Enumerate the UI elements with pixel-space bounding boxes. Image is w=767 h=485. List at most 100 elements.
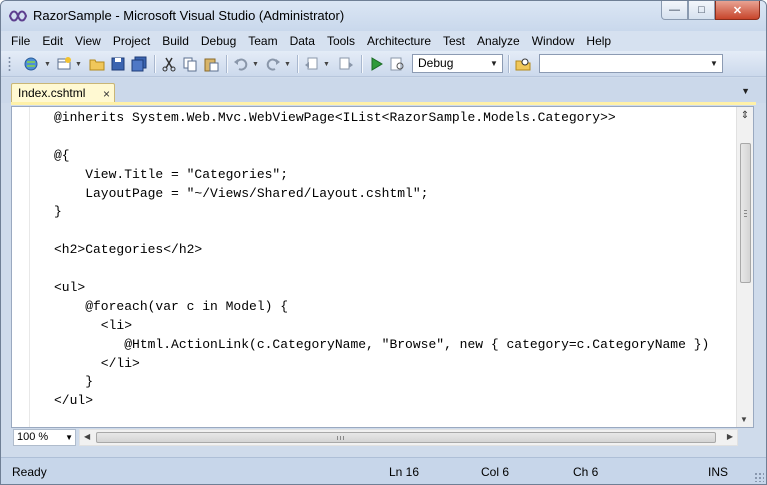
copy-icon[interactable]	[182, 56, 198, 72]
save-icon[interactable]	[110, 56, 126, 72]
code-line[interactable]	[54, 260, 709, 279]
zoom-level-value: 100 %	[17, 431, 49, 443]
menu-tools[interactable]: Tools	[321, 31, 361, 51]
status-line: Ln 16	[389, 465, 420, 479]
margin-divider	[29, 107, 30, 427]
chevron-down-icon[interactable]: ▼	[75, 61, 82, 68]
code-line[interactable]: @inherits System.Web.Mvc.WebViewPage<ILi…	[54, 109, 709, 128]
code-line[interactable]: View.Title = "Categories";	[54, 166, 709, 185]
status-bar: Ready Ln 16 Col 6 Ch 6 INS	[1, 457, 766, 484]
vs-window: RazorSample - Microsoft Visual Studio (A…	[0, 0, 767, 485]
code-line[interactable]: @foreach(var c in Model) {	[54, 298, 709, 317]
code-line[interactable]	[54, 222, 709, 241]
menu-team[interactable]: Team	[242, 31, 283, 51]
close-icon: ✕	[732, 4, 743, 17]
menu-data[interactable]: Data	[284, 31, 321, 51]
tab-index-cshtml[interactable]: Index.cshtml ×	[11, 83, 115, 103]
open-file-icon[interactable]	[89, 56, 105, 72]
menu-edit[interactable]: Edit	[36, 31, 69, 51]
toolbar-grip[interactable]	[8, 56, 11, 72]
paste-icon[interactable]	[203, 56, 219, 72]
solution-configuration-value: Debug	[418, 56, 454, 70]
zoom-level-select[interactable]: 100 % ▼	[13, 429, 76, 446]
code-line[interactable]: <li>	[54, 317, 709, 336]
code-line[interactable]: LayoutPage = "~/Views/Shared/Layout.csht…	[54, 185, 709, 204]
scroll-down-icon[interactable]: ▼	[740, 415, 748, 424]
menu-help[interactable]: Help	[580, 31, 617, 51]
chevron-down-icon[interactable]: ▼	[284, 61, 291, 68]
chevron-down-icon: ▼	[65, 433, 73, 442]
vertical-scroll-thumb[interactable]	[740, 143, 751, 283]
horizontal-scroll-thumb[interactable]	[96, 432, 716, 443]
code-text[interactable]: @inherits System.Web.Mvc.WebViewPage<ILi…	[54, 109, 709, 411]
find-in-files-icon[interactable]	[515, 56, 531, 72]
maximize-icon: □	[698, 4, 705, 16]
menu-bar: File Edit View Project Build Debug Team …	[1, 31, 766, 51]
scroll-right-icon[interactable]: ▶	[727, 432, 733, 441]
code-line[interactable]: @{	[54, 147, 709, 166]
window-title: RazorSample - Microsoft Visual Studio (A…	[33, 8, 345, 23]
code-line[interactable]: <ul>	[54, 279, 709, 298]
code-line[interactable]: }	[54, 373, 709, 392]
minimize-icon: —	[669, 4, 680, 16]
grip-icon	[337, 436, 345, 440]
undo-icon[interactable]	[233, 56, 249, 72]
toolbar-separator	[154, 55, 155, 73]
scroll-left-icon[interactable]: ◀	[84, 432, 90, 441]
close-window-button[interactable]: ✕	[715, 1, 760, 20]
add-item-icon[interactable]	[56, 56, 72, 72]
chevron-down-icon[interactable]: ▼	[708, 57, 720, 70]
navigate-forward-icon[interactable]	[338, 56, 354, 72]
start-debugging-icon[interactable]	[368, 56, 384, 72]
menu-analyze[interactable]: Analyze	[471, 31, 526, 51]
menu-architecture[interactable]: Architecture	[361, 31, 437, 51]
toolbar-separator	[297, 55, 298, 73]
code-line[interactable]	[54, 128, 709, 147]
chevron-down-icon[interactable]: ▼	[323, 61, 330, 68]
code-line[interactable]: <h2>Categories</h2>	[54, 241, 709, 260]
menu-file[interactable]: File	[5, 31, 36, 51]
attach-icon[interactable]	[389, 56, 405, 72]
status-column: Col 6	[481, 465, 510, 479]
maximize-button[interactable]: □	[688, 1, 715, 20]
resize-grip-icon[interactable]	[754, 472, 764, 482]
cut-icon[interactable]	[161, 56, 177, 72]
code-line[interactable]: }	[54, 203, 709, 222]
toolbar-separator	[226, 55, 227, 73]
chevron-down-icon[interactable]: ▼	[44, 61, 51, 68]
code-line[interactable]: @Html.ActionLink(c.CategoryName, "Browse…	[54, 336, 709, 355]
find-combo-box[interactable]: ▼	[539, 54, 723, 73]
tab-overflow-icon[interactable]: ▼	[741, 86, 750, 96]
title-bar: RazorSample - Microsoft Visual Studio (A…	[1, 1, 766, 31]
indicator-margin[interactable]	[12, 107, 28, 427]
solution-configuration-select[interactable]: Debug ▼	[412, 54, 503, 73]
grip-icon	[744, 210, 747, 218]
menu-debug[interactable]: Debug	[195, 31, 242, 51]
status-character: Ch 6	[573, 465, 599, 479]
status-text: Ready	[12, 465, 47, 479]
new-project-icon[interactable]	[23, 56, 39, 72]
toolbar-separator	[361, 55, 362, 73]
document-tab-strip: Index.cshtml × ▼	[1, 78, 766, 105]
tab-close-icon[interactable]: ×	[103, 85, 110, 103]
chevron-down-icon[interactable]: ▼	[252, 61, 259, 68]
menu-test[interactable]: Test	[437, 31, 471, 51]
tab-label: Index.cshtml	[18, 86, 86, 100]
menu-view[interactable]: View	[69, 31, 107, 51]
splitter-icon[interactable]: ⇕	[738, 108, 752, 124]
menu-project[interactable]: Project	[107, 31, 156, 51]
code-line[interactable]: </ul>	[54, 392, 709, 411]
menu-build[interactable]: Build	[156, 31, 195, 51]
window-controls: — □ ✕	[661, 1, 760, 20]
minimize-button[interactable]: —	[661, 1, 688, 20]
vertical-scrollbar[interactable]: ⇕ ▼	[736, 107, 753, 427]
code-line[interactable]: </li>	[54, 355, 709, 374]
menu-window[interactable]: Window	[526, 31, 581, 51]
status-insert-mode: INS	[708, 465, 729, 479]
save-all-icon[interactable]	[131, 56, 147, 72]
horizontal-scrollbar[interactable]: ◀ ▶	[79, 429, 738, 446]
code-editor[interactable]: @inherits System.Web.Mvc.WebViewPage<ILi…	[11, 106, 754, 428]
redo-icon[interactable]	[265, 56, 281, 72]
navigate-backward-icon[interactable]	[304, 56, 320, 72]
tab-underline	[11, 102, 756, 105]
